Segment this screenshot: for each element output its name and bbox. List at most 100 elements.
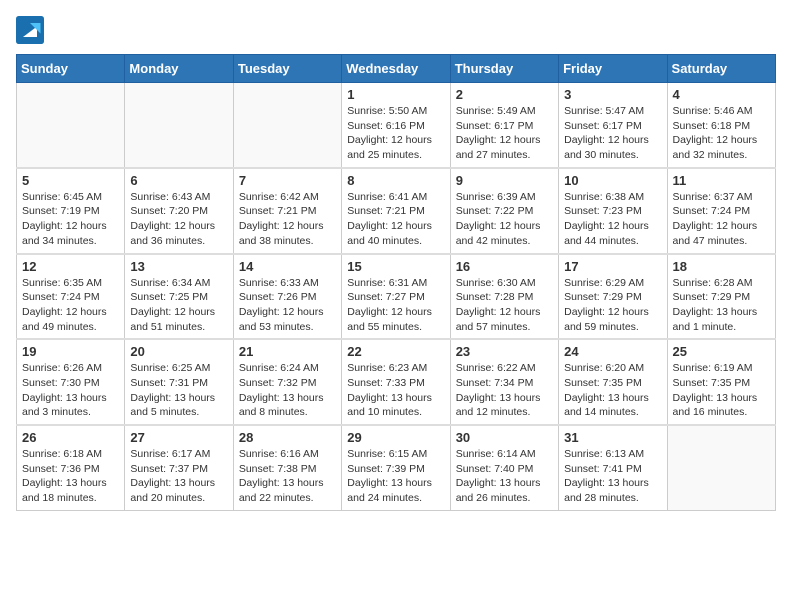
day-info: Sunrise: 6:16 AM Sunset: 7:38 PM Dayligh… xyxy=(239,447,336,506)
calendar-cell: 26 Sunrise: 6:18 AM Sunset: 7:36 PM Dayli… xyxy=(17,425,125,510)
day-info: Sunrise: 6:42 AM Sunset: 7:21 PM Dayligh… xyxy=(239,190,336,249)
day-info: Sunrise: 5:49 AM Sunset: 6:17 PM Dayligh… xyxy=(456,104,553,163)
calendar-cell: 13 Sunrise: 6:34 AM Sunset: 7:25 PM Dayli… xyxy=(125,254,233,340)
calendar-cell: 14 Sunrise: 6:33 AM Sunset: 7:26 PM Dayli… xyxy=(233,254,341,340)
day-header-sunday: Sunday xyxy=(17,55,125,83)
calendar-cell: 22 Sunrise: 6:23 AM Sunset: 7:33 PM Dayli… xyxy=(342,339,450,425)
calendar-cell: 5 Sunrise: 6:45 AM Sunset: 7:19 PM Daylig… xyxy=(17,168,125,254)
day-info: Sunrise: 6:41 AM Sunset: 7:21 PM Dayligh… xyxy=(347,190,444,249)
day-info: Sunrise: 6:39 AM Sunset: 7:22 PM Dayligh… xyxy=(456,190,553,249)
calendar-week-row: 12 Sunrise: 6:35 AM Sunset: 7:24 PM Dayli… xyxy=(17,254,776,340)
day-number: 20 xyxy=(130,344,227,359)
calendar-cell xyxy=(233,83,341,168)
day-number: 16 xyxy=(456,259,553,274)
day-info: Sunrise: 6:37 AM Sunset: 7:24 PM Dayligh… xyxy=(673,190,770,249)
calendar-cell: 24 Sunrise: 6:20 AM Sunset: 7:35 PM Dayli… xyxy=(559,339,667,425)
day-number: 30 xyxy=(456,430,553,445)
calendar-cell: 18Sunrise: 6:28 AM Sunset: 7:29 PM Dayli… xyxy=(667,254,775,340)
day-number: 13 xyxy=(130,259,227,274)
day-info: Sunrise: 6:35 AM Sunset: 7:24 PM Dayligh… xyxy=(22,276,119,335)
day-info: Sunrise: 5:47 AM Sunset: 6:17 PM Dayligh… xyxy=(564,104,661,163)
calendar-cell: 28 Sunrise: 6:16 AM Sunset: 7:38 PM Dayli… xyxy=(233,425,341,510)
day-number: 24 xyxy=(564,344,661,359)
day-number: 31 xyxy=(564,430,661,445)
day-info: Sunrise: 6:29 AM Sunset: 7:29 PM Dayligh… xyxy=(564,276,661,335)
day-number: 19 xyxy=(22,344,119,359)
calendar-cell: 31 Sunrise: 6:13 AM Sunset: 7:41 PM Dayli… xyxy=(559,425,667,510)
day-info: Sunrise: 6:20 AM Sunset: 7:35 PM Dayligh… xyxy=(564,361,661,420)
calendar-cell: 19 Sunrise: 6:26 AM Sunset: 7:30 PM Dayli… xyxy=(17,339,125,425)
calendar-cell: 25 Sunrise: 6:19 AM Sunset: 7:35 PM Dayli… xyxy=(667,339,775,425)
day-number: 8 xyxy=(347,173,444,188)
calendar-week-row: 19 Sunrise: 6:26 AM Sunset: 7:30 PM Dayli… xyxy=(17,339,776,425)
day-info: Sunrise: 6:24 AM Sunset: 7:32 PM Dayligh… xyxy=(239,361,336,420)
calendar-cell: 3Sunrise: 5:47 AM Sunset: 6:17 PM Daylig… xyxy=(559,83,667,168)
day-number: 21 xyxy=(239,344,336,359)
day-number: 14 xyxy=(239,259,336,274)
page-header xyxy=(16,16,776,44)
day-number: 4 xyxy=(673,87,770,102)
day-number: 28 xyxy=(239,430,336,445)
day-number: 1 xyxy=(347,87,444,102)
day-number: 12 xyxy=(22,259,119,274)
calendar-header-row: SundayMondayTuesdayWednesdayThursdayFrid… xyxy=(17,55,776,83)
day-number: 2 xyxy=(456,87,553,102)
day-number: 17 xyxy=(564,259,661,274)
calendar-cell: 15Sunrise: 6:31 AM Sunset: 7:27 PM Dayli… xyxy=(342,254,450,340)
calendar-cell: 8 Sunrise: 6:41 AM Sunset: 7:21 PM Daylig… xyxy=(342,168,450,254)
calendar-cell: 10Sunrise: 6:38 AM Sunset: 7:23 PM Dayli… xyxy=(559,168,667,254)
day-header-monday: Monday xyxy=(125,55,233,83)
day-info: Sunrise: 5:46 AM Sunset: 6:18 PM Dayligh… xyxy=(673,104,770,163)
calendar-cell: 1 Sunrise: 5:50 AM Sunset: 6:16 PM Daylig… xyxy=(342,83,450,168)
day-number: 5 xyxy=(22,173,119,188)
calendar-cell: 27 Sunrise: 6:17 AM Sunset: 7:37 PM Dayli… xyxy=(125,425,233,510)
day-header-tuesday: Tuesday xyxy=(233,55,341,83)
day-number: 6 xyxy=(130,173,227,188)
day-info: Sunrise: 6:14 AM Sunset: 7:40 PM Dayligh… xyxy=(456,447,553,506)
day-info: Sunrise: 6:15 AM Sunset: 7:39 PM Dayligh… xyxy=(347,447,444,506)
day-info: Sunrise: 6:18 AM Sunset: 7:36 PM Dayligh… xyxy=(22,447,119,506)
calendar-week-row: 26 Sunrise: 6:18 AM Sunset: 7:36 PM Dayli… xyxy=(17,425,776,510)
day-number: 18 xyxy=(673,259,770,274)
day-header-thursday: Thursday xyxy=(450,55,558,83)
day-info: Sunrise: 6:31 AM Sunset: 7:27 PM Dayligh… xyxy=(347,276,444,335)
day-info: Sunrise: 6:33 AM Sunset: 7:26 PM Dayligh… xyxy=(239,276,336,335)
calendar-cell: 7Sunrise: 6:42 AM Sunset: 7:21 PM Daylig… xyxy=(233,168,341,254)
day-number: 10 xyxy=(564,173,661,188)
day-info: Sunrise: 6:17 AM Sunset: 7:37 PM Dayligh… xyxy=(130,447,227,506)
calendar-cell xyxy=(125,83,233,168)
logo-icon xyxy=(16,16,44,44)
day-info: Sunrise: 6:34 AM Sunset: 7:25 PM Dayligh… xyxy=(130,276,227,335)
day-number: 27 xyxy=(130,430,227,445)
day-number: 26 xyxy=(22,430,119,445)
calendar-cell: 12 Sunrise: 6:35 AM Sunset: 7:24 PM Dayli… xyxy=(17,254,125,340)
calendar-cell: 9Sunrise: 6:39 AM Sunset: 7:22 PM Daylig… xyxy=(450,168,558,254)
calendar-cell: 16 Sunrise: 6:30 AM Sunset: 7:28 PM Dayli… xyxy=(450,254,558,340)
day-header-friday: Friday xyxy=(559,55,667,83)
calendar-cell: 21 Sunrise: 6:24 AM Sunset: 7:32 PM Dayli… xyxy=(233,339,341,425)
day-number: 22 xyxy=(347,344,444,359)
day-number: 25 xyxy=(673,344,770,359)
day-info: Sunrise: 6:26 AM Sunset: 7:30 PM Dayligh… xyxy=(22,361,119,420)
calendar-cell: 17 Sunrise: 6:29 AM Sunset: 7:29 PM Dayli… xyxy=(559,254,667,340)
day-info: Sunrise: 6:43 AM Sunset: 7:20 PM Dayligh… xyxy=(130,190,227,249)
day-number: 23 xyxy=(456,344,553,359)
calendar-week-row: 1 Sunrise: 5:50 AM Sunset: 6:16 PM Daylig… xyxy=(17,83,776,168)
day-info: Sunrise: 6:30 AM Sunset: 7:28 PM Dayligh… xyxy=(456,276,553,335)
day-info: Sunrise: 6:25 AM Sunset: 7:31 PM Dayligh… xyxy=(130,361,227,420)
day-number: 29 xyxy=(347,430,444,445)
day-info: Sunrise: 6:19 AM Sunset: 7:35 PM Dayligh… xyxy=(673,361,770,420)
calendar-cell: 11Sunrise: 6:37 AM Sunset: 7:24 PM Dayli… xyxy=(667,168,775,254)
calendar-cell: 4 Sunrise: 5:46 AM Sunset: 6:18 PM Daylig… xyxy=(667,83,775,168)
calendar-cell: 23 Sunrise: 6:22 AM Sunset: 7:34 PM Dayli… xyxy=(450,339,558,425)
day-info: Sunrise: 5:50 AM Sunset: 6:16 PM Dayligh… xyxy=(347,104,444,163)
day-header-saturday: Saturday xyxy=(667,55,775,83)
calendar-week-row: 5 Sunrise: 6:45 AM Sunset: 7:19 PM Daylig… xyxy=(17,168,776,254)
calendar-cell: 20 Sunrise: 6:25 AM Sunset: 7:31 PM Dayli… xyxy=(125,339,233,425)
day-info: Sunrise: 6:23 AM Sunset: 7:33 PM Dayligh… xyxy=(347,361,444,420)
calendar-cell xyxy=(667,425,775,510)
day-info: Sunrise: 6:22 AM Sunset: 7:34 PM Dayligh… xyxy=(456,361,553,420)
day-info: Sunrise: 6:13 AM Sunset: 7:41 PM Dayligh… xyxy=(564,447,661,506)
calendar-cell: 2 Sunrise: 5:49 AM Sunset: 6:17 PM Daylig… xyxy=(450,83,558,168)
day-info: Sunrise: 6:45 AM Sunset: 7:19 PM Dayligh… xyxy=(22,190,119,249)
